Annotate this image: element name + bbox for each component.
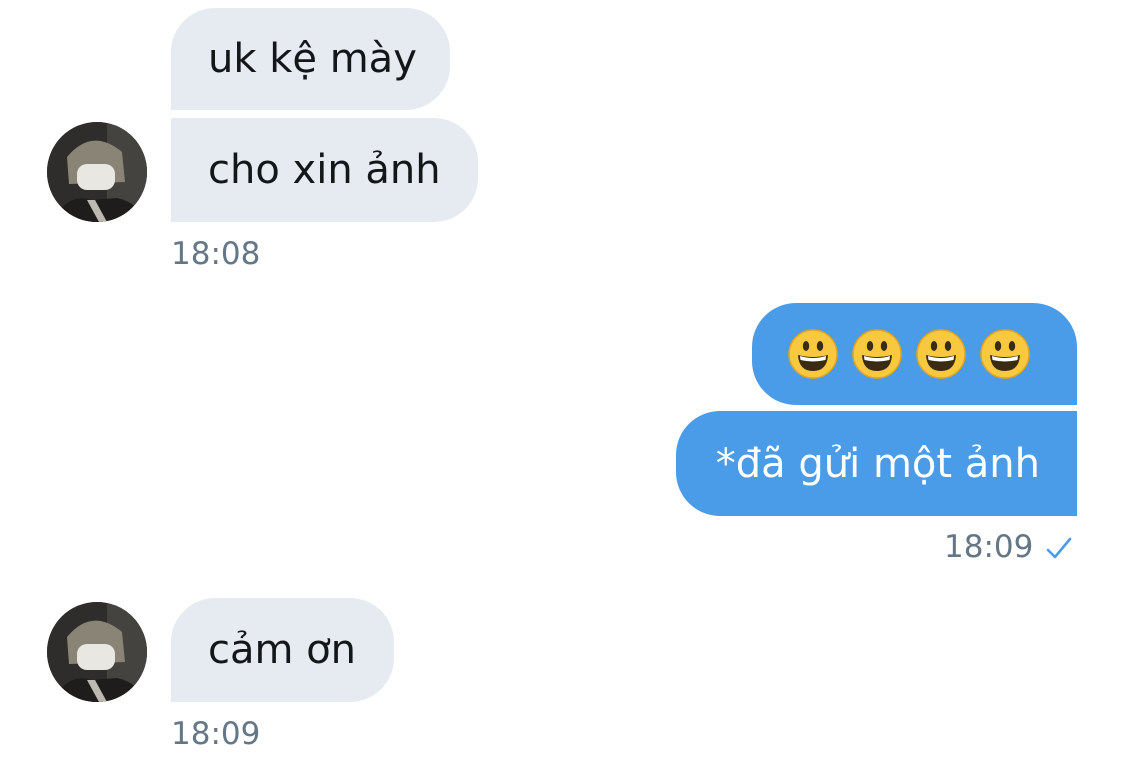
message-bubble-outgoing[interactable]: *đã gửi một ảnh: [676, 411, 1077, 516]
grinning-face-icon: [845, 328, 909, 380]
grinning-face-icon: [781, 328, 845, 380]
grinning-face-icon: [909, 328, 973, 380]
check-icon: [1045, 536, 1073, 566]
timestamp: 18:08: [171, 236, 261, 272]
message-text: *đã gửi một ảnh: [715, 440, 1040, 487]
contact-avatar[interactable]: [47, 122, 147, 222]
timestamp: 18:09: [944, 529, 1034, 565]
message-text: uk kệ mày: [208, 36, 417, 82]
grinning-face-icon: [973, 328, 1037, 380]
message-text: cho xin ảnh: [208, 147, 441, 193]
emoji-row: [781, 328, 1037, 380]
message-bubble-incoming[interactable]: cảm ơn: [171, 598, 394, 702]
message-bubble-outgoing[interactable]: [752, 303, 1077, 405]
timestamp: 18:09: [171, 716, 261, 752]
contact-avatar[interactable]: [47, 602, 147, 702]
message-bubble-incoming[interactable]: uk kệ mày: [171, 8, 450, 110]
message-text: cảm ơn: [208, 627, 357, 673]
message-bubble-incoming[interactable]: cho xin ảnh: [171, 118, 478, 222]
